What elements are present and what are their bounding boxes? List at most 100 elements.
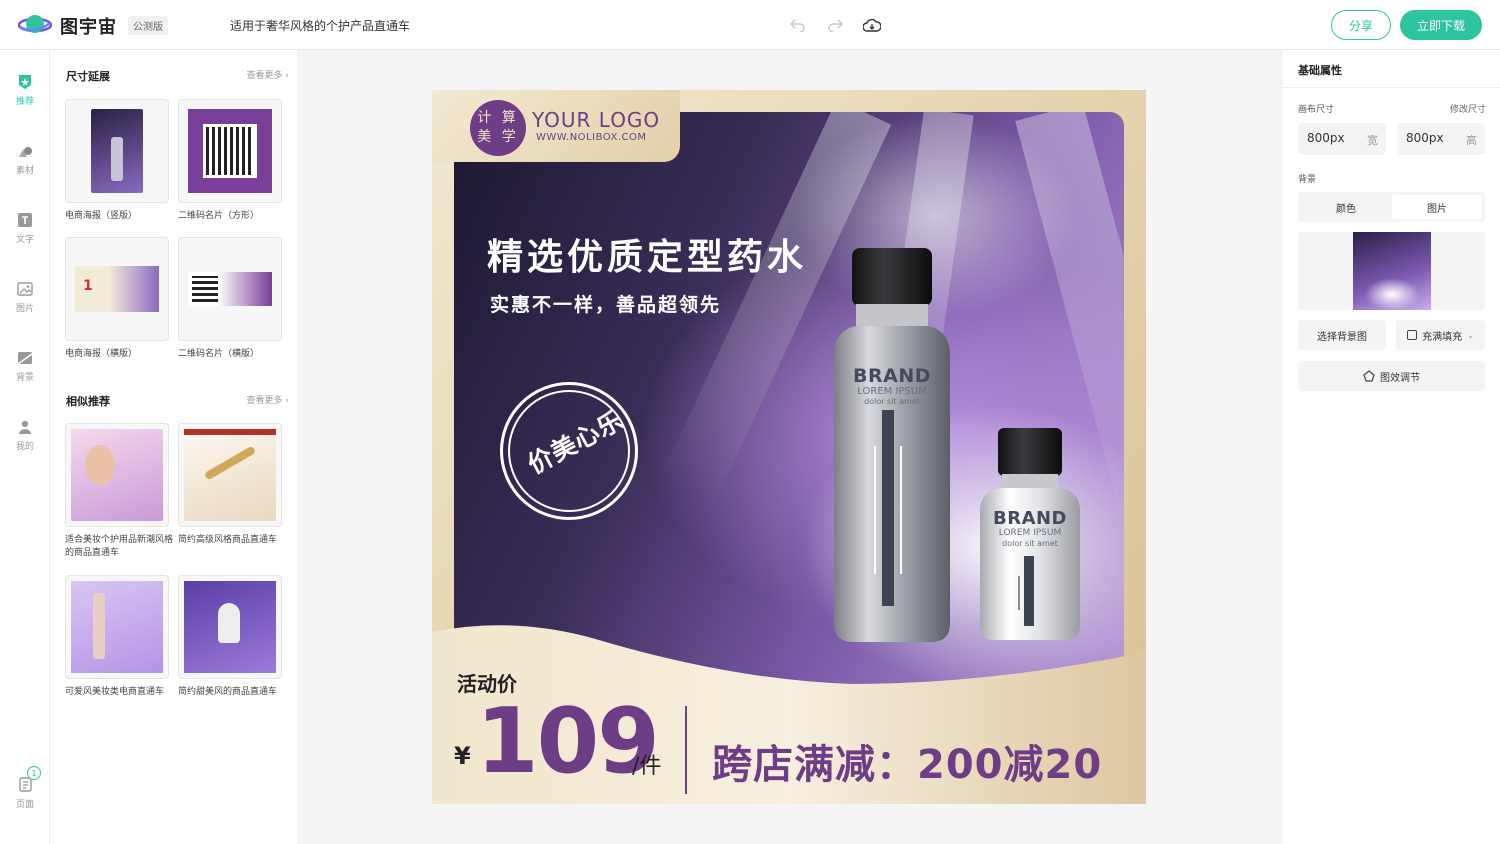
template-caption: 二维码名片（方形） [178,211,260,221]
background-type-toggle: 颜色 图片 [1298,192,1485,222]
template-thumbnail [65,423,169,527]
bottle-dolor-text: dolor sit amet [864,397,920,406]
rail-item-pages[interactable]: 页面 [0,777,50,827]
width-unit: 宽 [1367,134,1378,147]
bottle-dolor-text: dolor sit amet [1002,539,1058,548]
rail-item-mine[interactable]: 我的 [0,419,50,469]
rail-item-materials[interactable]: 素材 [0,143,50,193]
beauty-thumb [71,429,163,521]
size-section-more-link[interactable]: 查看更多 › [247,68,290,81]
background-icon [17,352,33,365]
bottle-brand-text: BRAND [992,508,1068,529]
logo-circle-text: 计 算 [477,110,519,126]
app-name[interactable]: 图宇宙 [60,13,117,39]
price-unit: /件 [632,754,662,779]
template-caption: 可爱风美妆类电商直通车 [65,687,165,697]
template-caption: 简约甜美风的商品直通车 [178,687,278,697]
logo-tab[interactable]: 计 算 美 学 YOUR LOGO WWW.NOLIBOX.COM [432,90,680,162]
chevron-down-icon: ⌄ [1467,330,1474,340]
bottle-shape [93,593,105,659]
poster-vertical-thumb [91,109,143,193]
adjust-label: 图效调节 [1380,372,1420,384]
fill-mode-select[interactable]: 充满填充 ⌄ [1396,320,1485,350]
template-card[interactable]: 二维码名片（方形） [178,99,286,223]
background-thumbnail [1352,232,1431,310]
qr-code-icon [192,276,218,302]
design-canvas[interactable]: 计 算 美 学 YOUR LOGO WWW.NOLIBOX.COM 精选优质定型… [432,90,1146,804]
width-field[interactable]: 800px 宽 [1298,123,1386,155]
rail-item-recommend[interactable]: 推荐 [0,74,50,124]
template-thumbnail [178,99,282,203]
template-thumbnail [178,237,282,341]
similar-section-title: 相似推荐 [66,395,110,408]
template-caption: 适合美妆个护用品新潮风格的商品直通车 [65,535,174,558]
template-card[interactable]: 可爱风美妆类电商直通车 [65,575,173,699]
background-preview[interactable] [1298,232,1485,310]
logo-url: WWW.NOLIBOX.COM [536,132,647,143]
rail-label: 背景 [15,373,34,383]
template-thumbnail [65,575,169,679]
rail-item-text[interactable]: 文字 [0,212,50,262]
sweet-style-thumb [184,581,276,673]
image-icon [17,282,33,296]
template-caption: 简约高级风格商品直通车 [178,535,278,545]
template-caption: 电商海报（竖版） [65,211,138,221]
cloud-save-icon[interactable] [862,15,882,35]
adjust-icon [1363,370,1375,382]
cute-beauty-thumb [71,581,163,673]
tab-color[interactable]: 颜色 [1301,195,1391,219]
template-panel: 尺寸延展 查看更多 › 电商海报（竖版） 二维码名片（方形） 1 电商海报（横版… [50,50,297,844]
template-thumbnail [65,99,169,203]
edition-badge: 公测版 [128,16,168,35]
canvas-size-label: 画布尺寸 [1298,105,1335,115]
tab-image[interactable]: 图片 [1392,195,1482,219]
template-card[interactable]: 1 电商海报（横版） [65,237,173,361]
template-card[interactable]: 简约甜美风的商品直通车 [178,575,286,699]
poster-subline[interactable]: 实惠不一样，善品超领先 [490,290,721,317]
size-section-title: 尺寸延展 [66,70,110,83]
large-bottle-image[interactable] [832,248,952,644]
template-caption: 二维码名片（横版） [178,349,260,359]
height-unit: 高 [1466,134,1477,147]
logo-title: YOUR LOGO [532,108,661,132]
height-field[interactable]: 800px 高 [1397,123,1485,155]
rail-label: 图片 [15,304,34,314]
undo-icon[interactable] [788,15,808,35]
rail-label: 页面 [15,800,34,810]
properties-panel: 基础属性 画布尺寸 修改尺寸 800px 宽 800px 高 背景 颜色 图片 … [1281,50,1500,844]
document-title[interactable]: 适用于奢华风格的个护产品直通车 [230,17,410,34]
template-caption: 电商海报（横版） [65,349,138,359]
price-divider [685,706,687,794]
bottle-lorem-text: LOREM IPSUM [998,528,1062,538]
template-card[interactable]: 简约高级风格商品直通车 [178,423,286,547]
rail-item-background[interactable]: 背景 [0,350,50,400]
panel-divider [1282,87,1500,88]
template-card[interactable]: 适合美妆个护用品新潮风格的商品直通车 [65,423,173,560]
promo-text[interactable]: 跨店满减：200减20 [712,732,1102,790]
brush-shape [218,603,240,643]
share-button[interactable]: 分享 [1331,10,1391,40]
image-adjust-button[interactable]: 图效调节 [1298,361,1485,391]
template-thumbnail [178,575,282,679]
face-shape [85,445,115,485]
user-icon [19,420,31,434]
modify-size-link[interactable]: 修改尺寸 [1450,102,1486,115]
rail-label: 我的 [15,442,34,452]
download-button[interactable]: 立即下载 [1400,10,1482,40]
price-value[interactable]: 109 [476,692,660,792]
poster-headline[interactable]: 精选优质定型药水 [487,228,807,280]
left-nav-rail: 推荐 素材 文字 图片 背景 我的 页面 1 [0,50,50,844]
similar-section-more-link[interactable]: 查看更多 › [247,393,290,406]
template-card[interactable]: 二维码名片（横版） [178,237,286,361]
shapes-icon [19,147,32,157]
template-thumbnail [178,423,282,527]
template-card[interactable]: 电商海报（竖版） [65,99,173,223]
bottle-shape [111,137,123,181]
redo-icon[interactable] [825,15,845,35]
price-currency: ¥ [454,742,471,770]
badge-star-icon [19,75,31,89]
planet-logo-icon[interactable] [18,11,52,39]
rail-item-images[interactable]: 图片 [0,281,50,331]
choose-background-button[interactable]: 选择背景图 [1298,320,1386,350]
countdown-digit: 1 [83,278,93,294]
